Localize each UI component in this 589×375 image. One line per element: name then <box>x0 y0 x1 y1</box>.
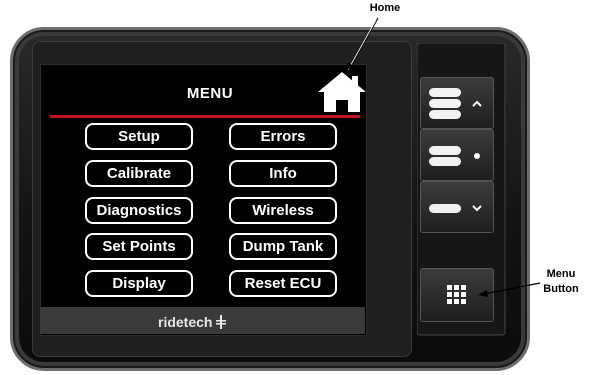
menu-button-callout-line1: Menu <box>546 268 576 280</box>
dump-tank-button[interactable]: Dump Tank <box>229 233 337 260</box>
up-hardware-button[interactable] <box>420 77 494 129</box>
setup-button[interactable]: Setup <box>85 123 193 150</box>
reset-ecu-button[interactable]: Reset ECU <box>229 270 337 297</box>
home-icon[interactable] <box>316 70 368 114</box>
menu-hardware-button[interactable] <box>420 268 494 322</box>
calibrate-button[interactable]: Calibrate <box>85 160 193 187</box>
errors-button[interactable]: Errors <box>229 123 337 150</box>
brand-logo: ridetech <box>158 312 248 332</box>
middle-hardware-button[interactable] <box>420 129 494 181</box>
home-callout-label: Home <box>369 2 401 14</box>
set-points-button[interactable]: Set Points <box>85 233 193 260</box>
info-button[interactable]: Info <box>229 160 337 187</box>
grid-icon <box>447 285 466 304</box>
menu-button-callout-label: Menu Button <box>536 267 586 297</box>
diagnostics-button[interactable]: Diagnostics <box>85 197 193 224</box>
three-bars-up-icon <box>429 88 482 119</box>
wireless-button[interactable]: Wireless <box>229 197 337 224</box>
menu-title-divider <box>50 115 360 118</box>
menu-button-callout-line2: Button <box>543 283 579 295</box>
display-button[interactable]: Display <box>85 270 193 297</box>
one-bar-down-icon <box>429 204 482 213</box>
brand-mark-icon <box>216 315 227 329</box>
brand-name: ridetech <box>158 314 213 330</box>
menu-title: MENU <box>186 85 234 102</box>
down-hardware-button[interactable] <box>420 181 494 233</box>
two-bars-dot-icon <box>429 146 480 166</box>
